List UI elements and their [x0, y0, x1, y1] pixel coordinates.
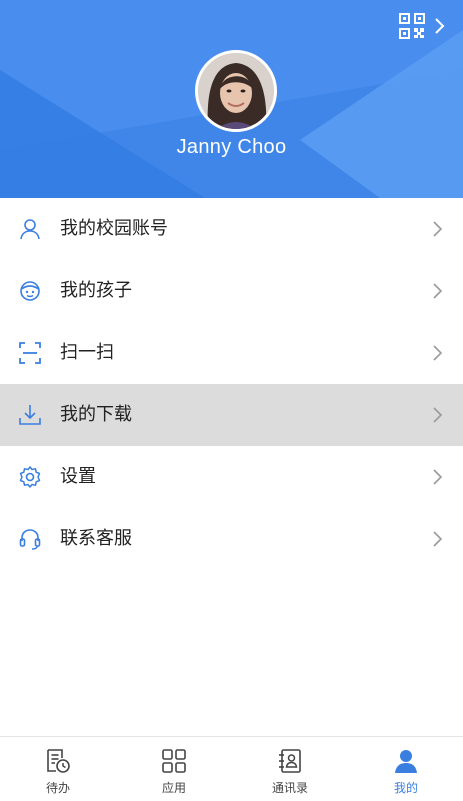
chevron-right-icon	[433, 221, 443, 237]
chevron-right-icon	[433, 469, 443, 485]
qr-code-icon	[399, 13, 425, 39]
child-face-icon	[20, 281, 40, 301]
menu-item-label: 我的孩子	[60, 280, 132, 301]
user-icon	[20, 219, 40, 240]
chevron-right-icon	[433, 531, 443, 547]
bottom-tab-bar: 待办 应用 通讯录 我的	[0, 736, 463, 801]
chevron-right-icon	[433, 345, 443, 361]
menu-item-customer-service[interactable]: 联系客服	[0, 508, 463, 570]
menu-item-label: 我的校园账号	[60, 218, 168, 239]
tab-apps[interactable]: 应用	[116, 737, 232, 801]
qr-code-button[interactable]	[399, 12, 451, 40]
tab-me[interactable]: 我的	[348, 737, 463, 801]
chevron-right-icon	[435, 18, 445, 34]
tab-contacts[interactable]: 通讯录	[232, 737, 348, 801]
gear-icon	[19, 466, 41, 488]
menu-item-my-downloads[interactable]: 我的下载	[0, 384, 463, 446]
contacts-icon	[279, 749, 301, 773]
menu-item-settings[interactable]: 设置	[0, 446, 463, 508]
avatar-photo	[198, 53, 274, 129]
headset-icon	[19, 529, 41, 550]
tab-label: 我的	[393, 781, 418, 795]
menu-item-label: 扫一扫	[60, 342, 114, 363]
profile-name: Janny Choo	[176, 136, 287, 158]
profile-menu: 我的校园账号 我的孩子 扫一扫 我的下载 设置 联系客服	[0, 198, 463, 570]
tab-todo[interactable]: 待办	[0, 737, 116, 801]
tab-label: 待办	[45, 781, 70, 795]
chevron-right-icon	[433, 283, 443, 299]
profile-header: Janny Choo	[0, 0, 463, 198]
menu-item-label: 设置	[60, 466, 96, 487]
profile-icon	[395, 750, 417, 773]
tab-label: 通讯录	[271, 781, 308, 795]
menu-item-my-children[interactable]: 我的孩子	[0, 260, 463, 322]
menu-item-scan[interactable]: 扫一扫	[0, 322, 463, 384]
menu-item-campus-account[interactable]: 我的校园账号	[0, 198, 463, 260]
avatar[interactable]	[195, 50, 277, 132]
tab-label: 应用	[161, 781, 186, 795]
chevron-right-icon	[433, 407, 443, 423]
download-icon	[19, 405, 41, 425]
todo-clock-icon	[47, 749, 70, 773]
menu-item-label: 联系客服	[60, 528, 132, 549]
scan-icon	[19, 342, 41, 364]
apps-grid-icon	[162, 749, 186, 773]
menu-item-label: 我的下载	[60, 404, 132, 425]
